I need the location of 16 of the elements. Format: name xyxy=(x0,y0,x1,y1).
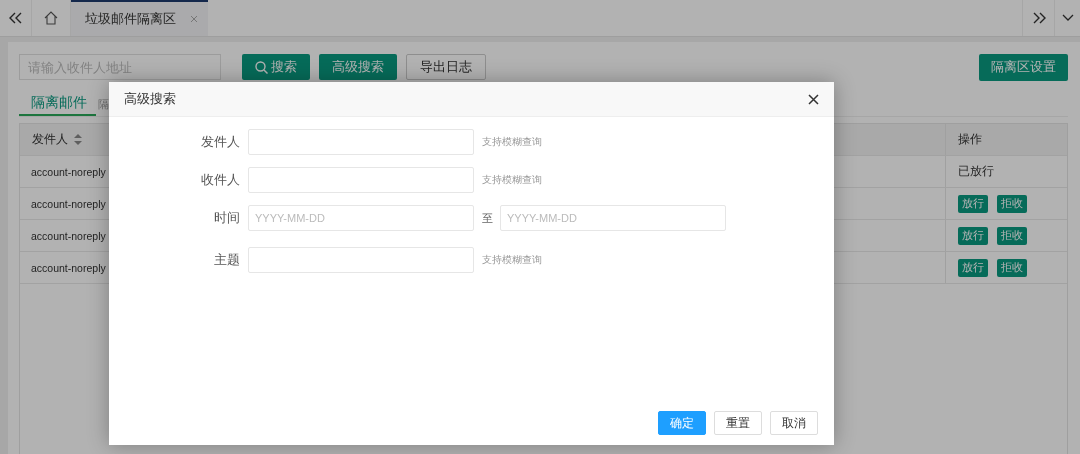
field-label: 主题 xyxy=(213,251,240,269)
tab-label: 垃圾邮件隔离区 xyxy=(85,10,176,28)
sender-text: account-noreply xyxy=(31,229,106,242)
status-text: 已放行 xyxy=(958,163,994,180)
sender-text: account-noreply xyxy=(31,165,106,178)
sender-text: account-noreply xyxy=(31,197,106,210)
hint-text: 支持模糊查询 xyxy=(482,253,542,267)
dialog-title: 高级搜索 xyxy=(124,90,176,108)
field-label: 收件人 xyxy=(200,171,240,189)
column-header: 操作 xyxy=(945,124,1067,155)
sender-text: account-noreply xyxy=(31,261,106,274)
hint-text: 支持模糊查询 xyxy=(482,173,542,187)
field-label: 时间 xyxy=(213,209,240,227)
range-separator: 至 xyxy=(482,210,492,226)
hint-text: 支持模糊查询 xyxy=(482,135,542,149)
field-label: 发件人 xyxy=(200,133,240,151)
